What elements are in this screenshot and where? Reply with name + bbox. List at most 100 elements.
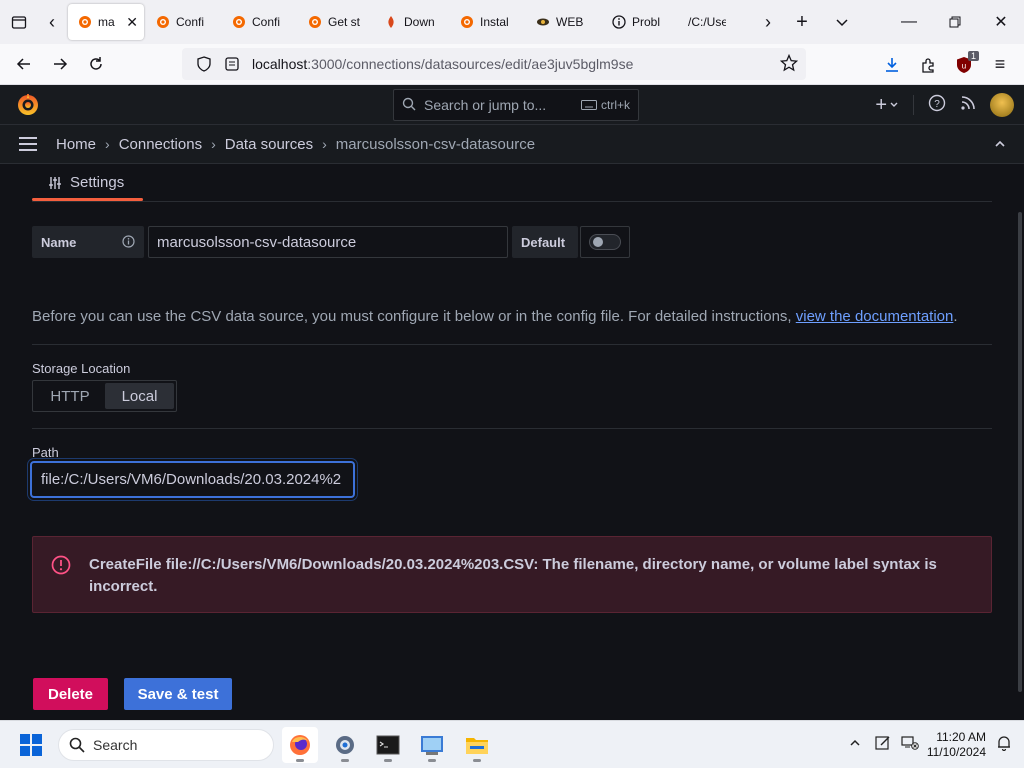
- main-content: Settings Name marcusolsson-csv-datasourc…: [0, 164, 1024, 720]
- new-tab-button[interactable]: +: [782, 0, 822, 44]
- grafana-icon: [308, 15, 328, 29]
- firefox-taskbar-icon[interactable]: [282, 727, 318, 763]
- storage-option-local[interactable]: Local: [105, 383, 174, 409]
- browser-tab[interactable]: WEB: [526, 4, 602, 40]
- breadcrumb-data-sources[interactable]: Data sources: [225, 136, 313, 153]
- browser-tab-label: Get st: [328, 15, 361, 29]
- browser-tab[interactable]: Down: [374, 4, 450, 40]
- file-explorer-taskbar-icon[interactable]: [459, 727, 495, 763]
- toggle-switch: [589, 234, 621, 250]
- windows-start-icon[interactable]: [20, 734, 42, 761]
- name-label-text: Name: [41, 234, 77, 250]
- show-hidden-icons-chevron-up-icon[interactable]: [849, 736, 861, 754]
- user-avatar[interactable]: [990, 93, 1014, 117]
- browser-tab[interactable]: Get st: [298, 4, 374, 40]
- browser-tab[interactable]: Confi: [146, 4, 222, 40]
- path-input[interactable]: file:/C:/Users/VM6/Downloads/20.03.2024%…: [30, 461, 355, 498]
- error-message: CreateFile file://C:/Users/VM6/Downloads…: [89, 556, 937, 595]
- restore-window-button[interactable]: [932, 0, 978, 44]
- control-panel-taskbar-icon[interactable]: [414, 727, 450, 763]
- menu-toggle-icon[interactable]: [0, 136, 56, 152]
- grafana-icon: [232, 15, 252, 29]
- breadcrumb-connections[interactable]: Connections: [119, 136, 202, 153]
- breadcrumb-home[interactable]: Home: [56, 136, 96, 153]
- new-menu-button[interactable]: +: [875, 94, 899, 117]
- grafana-logo-icon[interactable]: [16, 93, 40, 117]
- error-circle-icon: [51, 555, 71, 580]
- browser-tab[interactable]: /C:/Use: [678, 4, 754, 40]
- taskbar-search-label: Search: [93, 737, 138, 753]
- settings-taskbar-icon[interactable]: [327, 727, 363, 763]
- info-icon[interactable]: [122, 235, 135, 251]
- delete-button[interactable]: Delete: [33, 678, 108, 710]
- grafana-icon: [460, 15, 480, 29]
- scrollbar[interactable]: [1018, 212, 1022, 692]
- intro-end: .: [953, 308, 958, 325]
- bookmark-star-icon[interactable]: [779, 53, 799, 75]
- browser-tab[interactable]: ma ✕: [68, 4, 144, 40]
- close-window-button[interactable]: ✕: [978, 0, 1024, 44]
- address-bar[interactable]: localhost:3000/connections/datasources/e…: [182, 48, 806, 80]
- save-and-test-button[interactable]: Save & test: [124, 678, 232, 710]
- page-info-icon[interactable]: [218, 56, 246, 72]
- taskbar-search[interactable]: Search: [58, 729, 274, 761]
- clock-time: 11:20 AM: [936, 730, 986, 744]
- running-indicator: [473, 759, 481, 762]
- browser-tab-label: Confi: [176, 15, 205, 29]
- reload-button[interactable]: [78, 46, 114, 82]
- search-icon: [69, 737, 85, 753]
- storage-location-label: Storage Location: [32, 361, 131, 376]
- downloads-icon[interactable]: [874, 47, 910, 83]
- grafana-top-bar: Search or jump to... ctrl+k + ?: [0, 85, 1024, 125]
- grafana-icon: [78, 15, 98, 29]
- search-placeholder: Search or jump to...: [424, 97, 547, 113]
- divider: [32, 201, 992, 202]
- scroll-tabs-left-icon[interactable]: ‹: [38, 0, 66, 44]
- tab-settings-label: Settings: [70, 174, 125, 191]
- browser-tab-label: WEB: [556, 15, 584, 29]
- grafana-search-input[interactable]: Search or jump to... ctrl+k: [393, 89, 639, 121]
- terminal-taskbar-icon[interactable]: [370, 727, 406, 763]
- scroll-tabs-right-icon[interactable]: ›: [754, 0, 782, 44]
- grafana-icon: [156, 15, 176, 29]
- browser-tab-label: /C:/Use: [688, 15, 726, 29]
- keyboard-icon: [580, 100, 597, 110]
- browser-tab[interactable]: Confi: [222, 4, 298, 40]
- tracking-protection-shield-icon[interactable]: [190, 56, 218, 72]
- notification-bell-icon[interactable]: [996, 735, 1012, 756]
- pen-tablet-icon[interactable]: [875, 735, 891, 756]
- network-disconnected-icon[interactable]: [901, 735, 919, 756]
- web-icon: [536, 15, 556, 29]
- search-shortcut: ctrl+k: [580, 98, 630, 112]
- close-tab-icon[interactable]: ✕: [126, 14, 138, 31]
- browser-tab[interactable]: Instal: [450, 4, 526, 40]
- default-toggle[interactable]: [580, 226, 630, 258]
- ublock-extension-icon[interactable]: u 1: [946, 47, 982, 83]
- back-button[interactable]: [6, 46, 42, 82]
- help-icon[interactable]: ?: [928, 94, 946, 117]
- browser-tab[interactable]: Probl: [602, 4, 678, 40]
- storage-option-http[interactable]: HTTP: [35, 383, 105, 409]
- breadcrumb-bar: Home › Connections › Data sources › marc…: [0, 125, 1024, 164]
- intro-text: Before you can use the CSV data source, …: [32, 308, 958, 325]
- forward-button[interactable]: [42, 46, 78, 82]
- breadcrumb-separator-icon: ›: [322, 136, 327, 152]
- tab-list-icon[interactable]: [0, 0, 38, 44]
- url-text: localhost:3000/connections/datasources/e…: [252, 56, 633, 72]
- tab-settings[interactable]: Settings: [32, 164, 143, 201]
- system-tray: 11:20 AM 11/10/2024: [849, 721, 1024, 768]
- documentation-link[interactable]: view the documentation: [796, 308, 954, 325]
- app-menu-icon[interactable]: ≡: [982, 47, 1018, 83]
- news-rss-icon[interactable]: [960, 95, 976, 116]
- name-input[interactable]: marcusolsson-csv-datasource: [148, 226, 508, 258]
- toggle-knob: [593, 237, 603, 247]
- taskbar: Search 11:20 AM 11/10/2024: [0, 720, 1024, 768]
- chevron-up-icon[interactable]: [994, 137, 1006, 154]
- taskbar-clock[interactable]: 11:20 AM 11/10/2024: [927, 730, 986, 760]
- minimize-window-button[interactable]: —: [886, 0, 932, 44]
- tab-list: ma ✕ Confi Confi Get st Down Instal WEB Probl/C:…: [66, 0, 754, 44]
- extensions-icon[interactable]: [910, 47, 946, 83]
- divider: [32, 344, 992, 345]
- list-all-tabs-icon[interactable]: [822, 0, 862, 44]
- browser-tab-label: Probl: [632, 15, 661, 29]
